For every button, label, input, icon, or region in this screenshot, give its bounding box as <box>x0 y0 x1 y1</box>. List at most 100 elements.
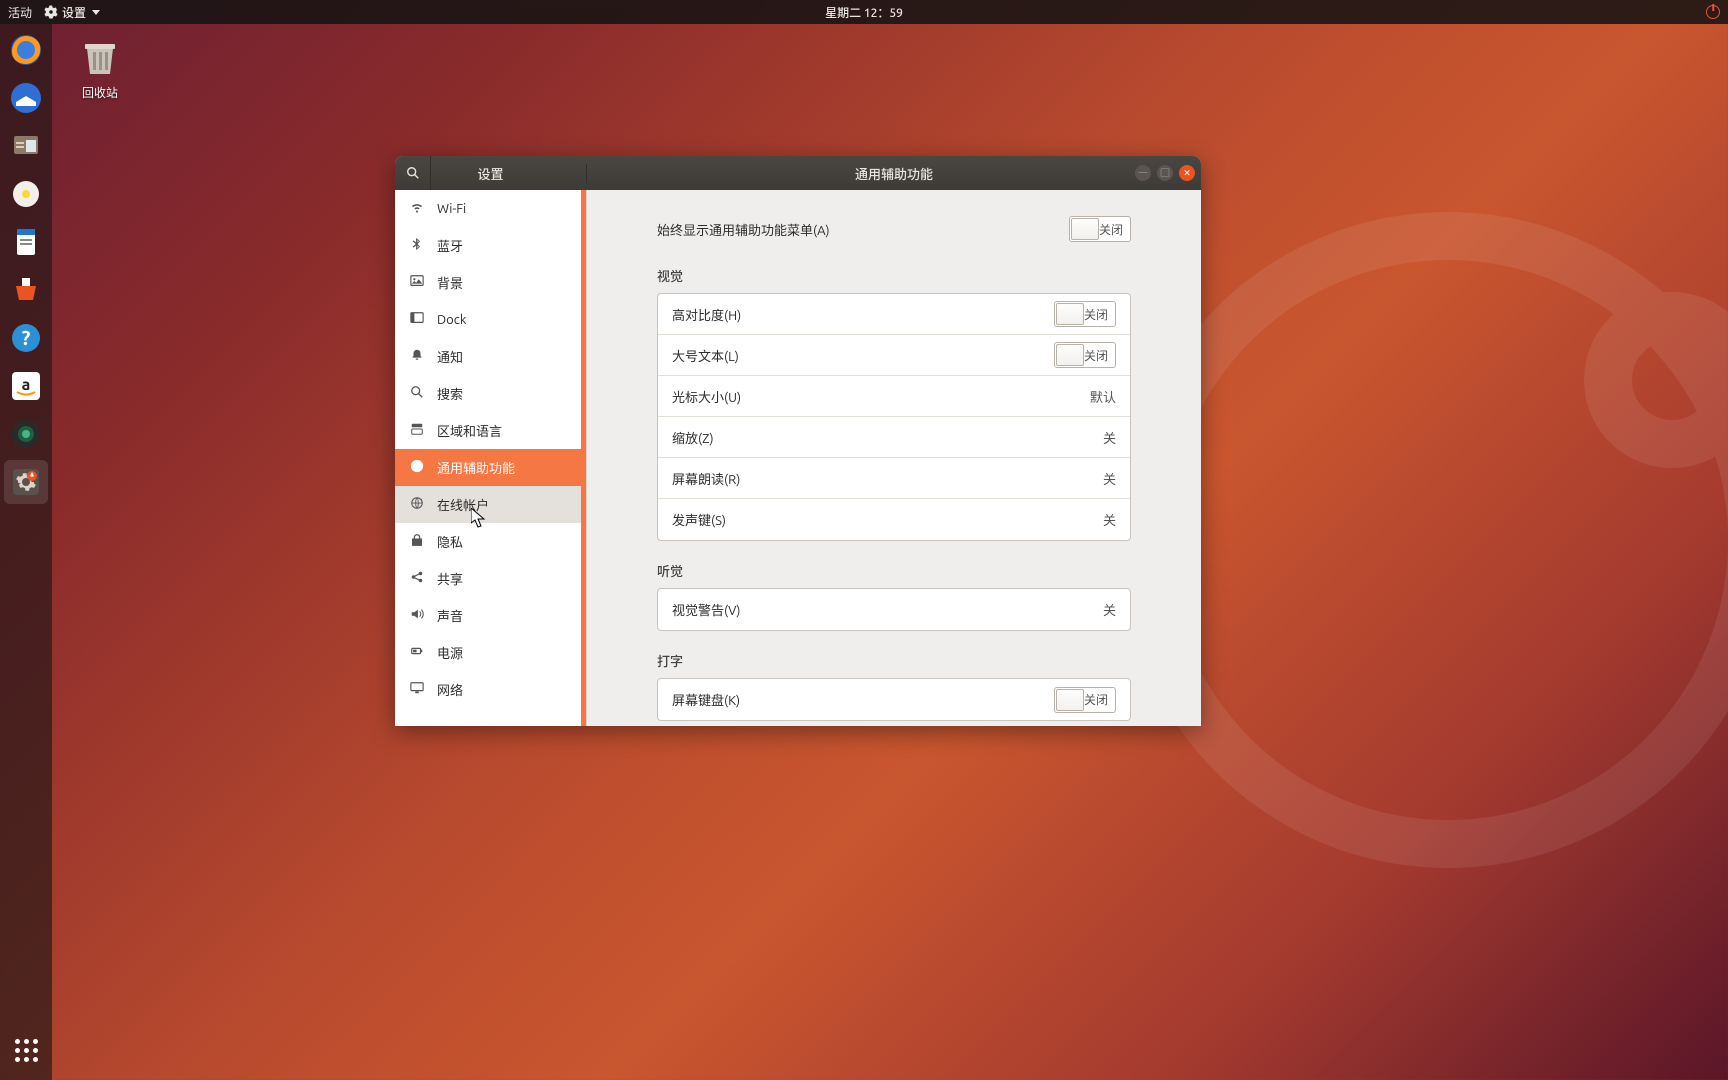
toggle-switch[interactable]: 关闭 <box>1054 687 1116 713</box>
sidebar-item-background[interactable]: 背景 <box>395 264 586 301</box>
settings-icon <box>44 5 58 19</box>
sidebar-item-label: Dock <box>437 313 466 327</box>
toggle-switch[interactable]: 关闭 <box>1054 301 1116 327</box>
setting-label: 光标大小(U) <box>672 387 1090 406</box>
dock: ? a <box>0 24 52 1080</box>
setting-value: 默认 <box>1090 387 1116 406</box>
power-icon <box>409 644 425 661</box>
always-show-menu-label: 始终显示通用辅助功能菜单(A) <box>657 220 1069 239</box>
trash-label: 回收站 <box>82 87 118 100</box>
setting-row[interactable]: 视觉警告(V)关 <box>658 589 1130 630</box>
setting-value: 关 <box>1103 510 1116 529</box>
dock-help[interactable]: ? <box>4 316 48 360</box>
section-heading: 听觉 <box>657 561 1131 580</box>
settings-group: 屏幕键盘(K)关闭 <box>657 678 1131 721</box>
chevron-down-icon <box>92 10 100 15</box>
sidebar-item-label: 网络 <box>437 680 463 699</box>
setting-label: 大号文本(L) <box>672 346 1054 365</box>
activities-button[interactable]: 活动 <box>8 4 32 21</box>
titlebar[interactable]: 设置 通用辅助功能 ─ ▢ ✕ <box>395 156 1201 190</box>
dock-amazon[interactable]: a <box>4 364 48 408</box>
setting-label: 高对比度(H) <box>672 305 1054 324</box>
minimize-button[interactable]: ─ <box>1135 165 1151 181</box>
content-title: 通用辅助功能 <box>587 164 1201 183</box>
settings-sidebar: Wi-Fi蓝牙背景 Dock 通知搜索区域和语言通用辅助功能在线帐户隐私共享声音电源… <box>395 190 587 726</box>
section-heading: 视觉 <box>657 266 1131 285</box>
sidebar-item-label: 隐私 <box>437 532 463 551</box>
svg-text:a: a <box>22 376 31 394</box>
sidebar-item-network[interactable]: 网络 <box>395 671 586 708</box>
wifi-icon <box>409 200 425 217</box>
share-icon <box>409 570 425 587</box>
setting-label: 视觉警告(V) <box>672 600 1103 619</box>
dock-thunderbird[interactable] <box>4 76 48 120</box>
sidebar-item-label: 在线帐户 <box>437 495 489 514</box>
dock-firefox[interactable] <box>4 28 48 72</box>
a11y-icon <box>409 459 425 476</box>
sidebar-item-label: 电源 <box>437 643 463 662</box>
sidebar-item-a11y[interactable]: 通用辅助功能 <box>395 449 586 486</box>
sidebar-item-label: 搜索 <box>437 384 463 403</box>
sidebar-item-region[interactable]: 区域和语言 <box>395 412 586 449</box>
setting-row: 大号文本(L)关闭 <box>658 335 1130 376</box>
trash-icon <box>80 38 120 78</box>
svg-text:?: ? <box>22 326 31 349</box>
sidebar-item-label: 通知 <box>437 347 463 366</box>
app-menu-label: 设置 <box>62 4 86 21</box>
setting-row[interactable]: 发声键(S)关 <box>658 499 1130 540</box>
dock-camera[interactable] <box>4 412 48 456</box>
sidebar-item-label: 区域和语言 <box>437 421 502 440</box>
clock[interactable]: 星期二 12：59 <box>825 4 903 21</box>
setting-label: 缩放(Z) <box>672 428 1103 447</box>
sound-icon <box>409 607 425 624</box>
dock-icon <box>409 311 425 328</box>
setting-row: 高对比度(H)关闭 <box>658 294 1130 335</box>
settings-content: 始终显示通用辅助功能菜单(A) 关闭 视觉高对比度(H)关闭大号文本(L)关闭光… <box>587 190 1201 726</box>
dock-settings[interactable] <box>4 460 48 504</box>
sidebar-item-label: 背景 <box>437 273 463 292</box>
setting-row[interactable]: 缩放(Z)关 <box>658 417 1130 458</box>
app-menu[interactable]: 设置 <box>44 4 100 21</box>
search-icon <box>406 166 420 180</box>
settings-group: 高对比度(H)关闭大号文本(L)关闭光标大小(U)默认缩放(Z)关屏幕朗读(R)… <box>657 293 1131 541</box>
sidebar-item-label: 通用辅助功能 <box>437 458 515 477</box>
dock-software[interactable] <box>4 268 48 312</box>
sidebar-item-wifi[interactable]: Wi-Fi <box>395 190 586 227</box>
sidebar-item-share[interactable]: 共享 <box>395 560 586 597</box>
sidebar-item-dock[interactable]: Dock <box>395 301 586 338</box>
search-button[interactable] <box>395 156 431 190</box>
toggle-switch[interactable]: 关闭 <box>1054 342 1116 368</box>
search-icon <box>409 385 425 402</box>
show-applications-button[interactable] <box>4 1028 48 1072</box>
bell-icon <box>409 348 425 365</box>
desktop-trash[interactable]: 回收站 <box>80 38 120 101</box>
dock-files[interactable] <box>4 124 48 168</box>
section-heading: 打字 <box>657 651 1131 670</box>
sidebar-item-accounts[interactable]: 在线帐户 <box>395 486 586 523</box>
sidebar-item-power[interactable]: 电源 <box>395 634 586 671</box>
sidebar-item-privacy[interactable]: 隐私 <box>395 523 586 560</box>
sidebar-item-search[interactable]: 搜索 <box>395 375 586 412</box>
top-bar: 活动 设置 星期二 12：59 <box>0 0 1728 24</box>
setting-row[interactable]: 光标大小(U)默认 <box>658 376 1130 417</box>
setting-value: 关 <box>1103 428 1116 447</box>
dock-rhythmbox[interactable] <box>4 172 48 216</box>
setting-value: 关 <box>1103 600 1116 619</box>
maximize-button[interactable]: ▢ <box>1157 165 1173 181</box>
setting-value: 关 <box>1103 469 1116 488</box>
setting-label: 发声键(S) <box>672 510 1103 529</box>
sidebar-item-label: 共享 <box>437 569 463 588</box>
privacy-icon <box>409 533 425 550</box>
close-button[interactable]: ✕ <box>1179 165 1195 181</box>
accounts-icon <box>409 496 425 513</box>
setting-row[interactable]: 屏幕朗读(R)关 <box>658 458 1130 499</box>
dock-writer[interactable] <box>4 220 48 264</box>
sidebar-item-label: 声音 <box>437 606 463 625</box>
system-menu[interactable] <box>1706 5 1720 19</box>
sidebar-item-sound[interactable]: 声音 <box>395 597 586 634</box>
sidebar-item-bluetooth[interactable]: 蓝牙 <box>395 227 586 264</box>
sidebar-item-bell[interactable]: 通知 <box>395 338 586 375</box>
setting-row: 屏幕键盘(K)关闭 <box>658 679 1130 720</box>
always-show-menu-switch[interactable]: 关闭 <box>1069 216 1131 242</box>
region-icon <box>409 422 425 439</box>
